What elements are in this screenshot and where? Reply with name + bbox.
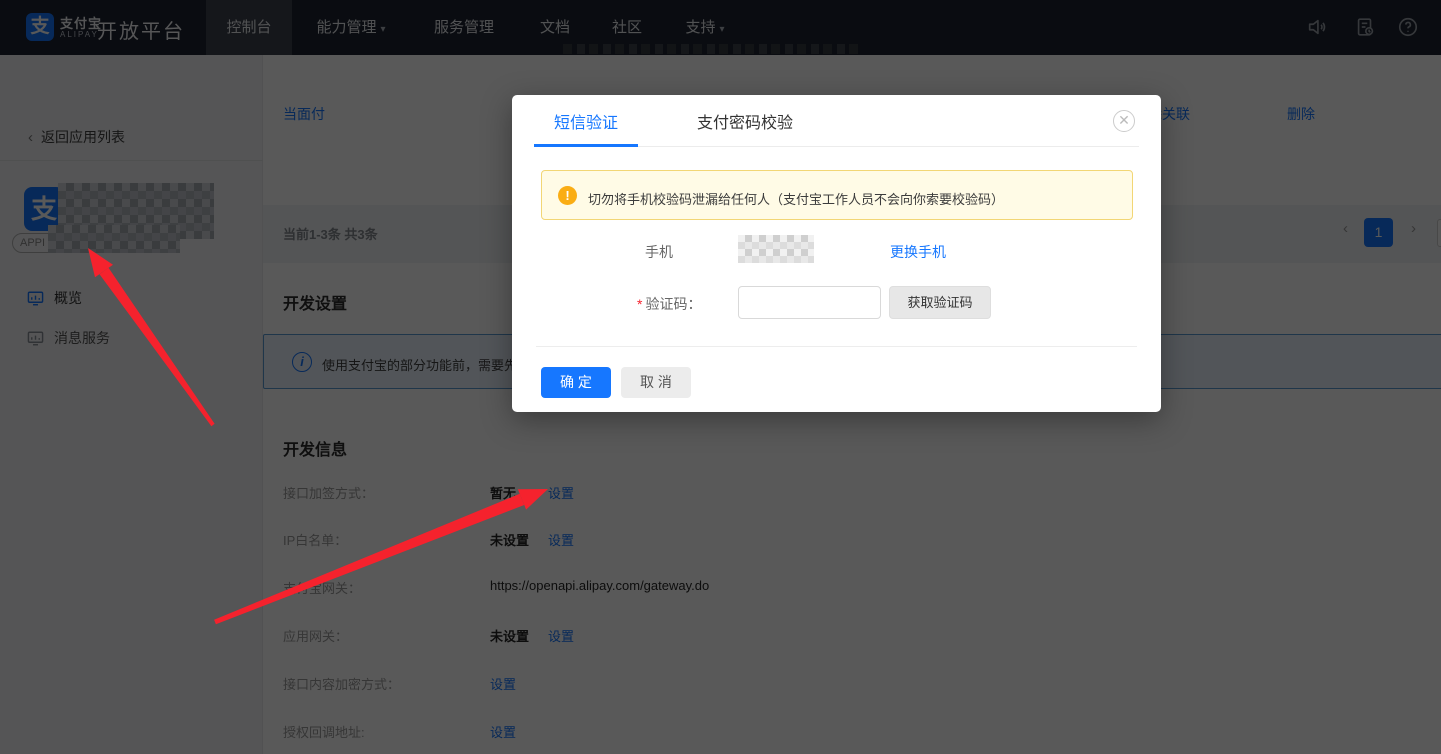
divider [536,346,1137,347]
dialog-tabbar: 短信验证 支付密码校验 [534,105,1139,147]
sms-verify-dialog: 短信验证 支付密码校验 ✕ ! 切勿将手机校验码泄漏给任何人（支付宝工作人员不会… [512,95,1161,412]
tab-sms-verify[interactable]: 短信验证 [534,105,638,147]
warning-banner: ! 切勿将手机校验码泄漏给任何人（支付宝工作人员不会向你索要校验码） [541,170,1133,220]
required-mark: * [637,296,643,312]
get-code-button[interactable]: 获取验证码 [889,286,991,319]
change-phone-link[interactable]: 更换手机 [890,242,946,262]
blurred-phone-number [738,235,814,263]
close-icon[interactable]: ✕ [1113,110,1135,132]
tab-pay-password-verify[interactable]: 支付密码校验 [684,105,806,147]
warning-text: 切勿将手机校验码泄漏给任何人（支付宝工作人员不会向你索要校验码） [588,192,1005,207]
cancel-button[interactable]: 取 消 [621,367,691,398]
confirm-button[interactable]: 确 定 [541,367,611,398]
warning-icon: ! [558,186,577,205]
verification-code-input[interactable] [738,286,881,319]
code-label: * 验证码： [637,296,702,312]
phone-label: 手机 [645,244,673,260]
